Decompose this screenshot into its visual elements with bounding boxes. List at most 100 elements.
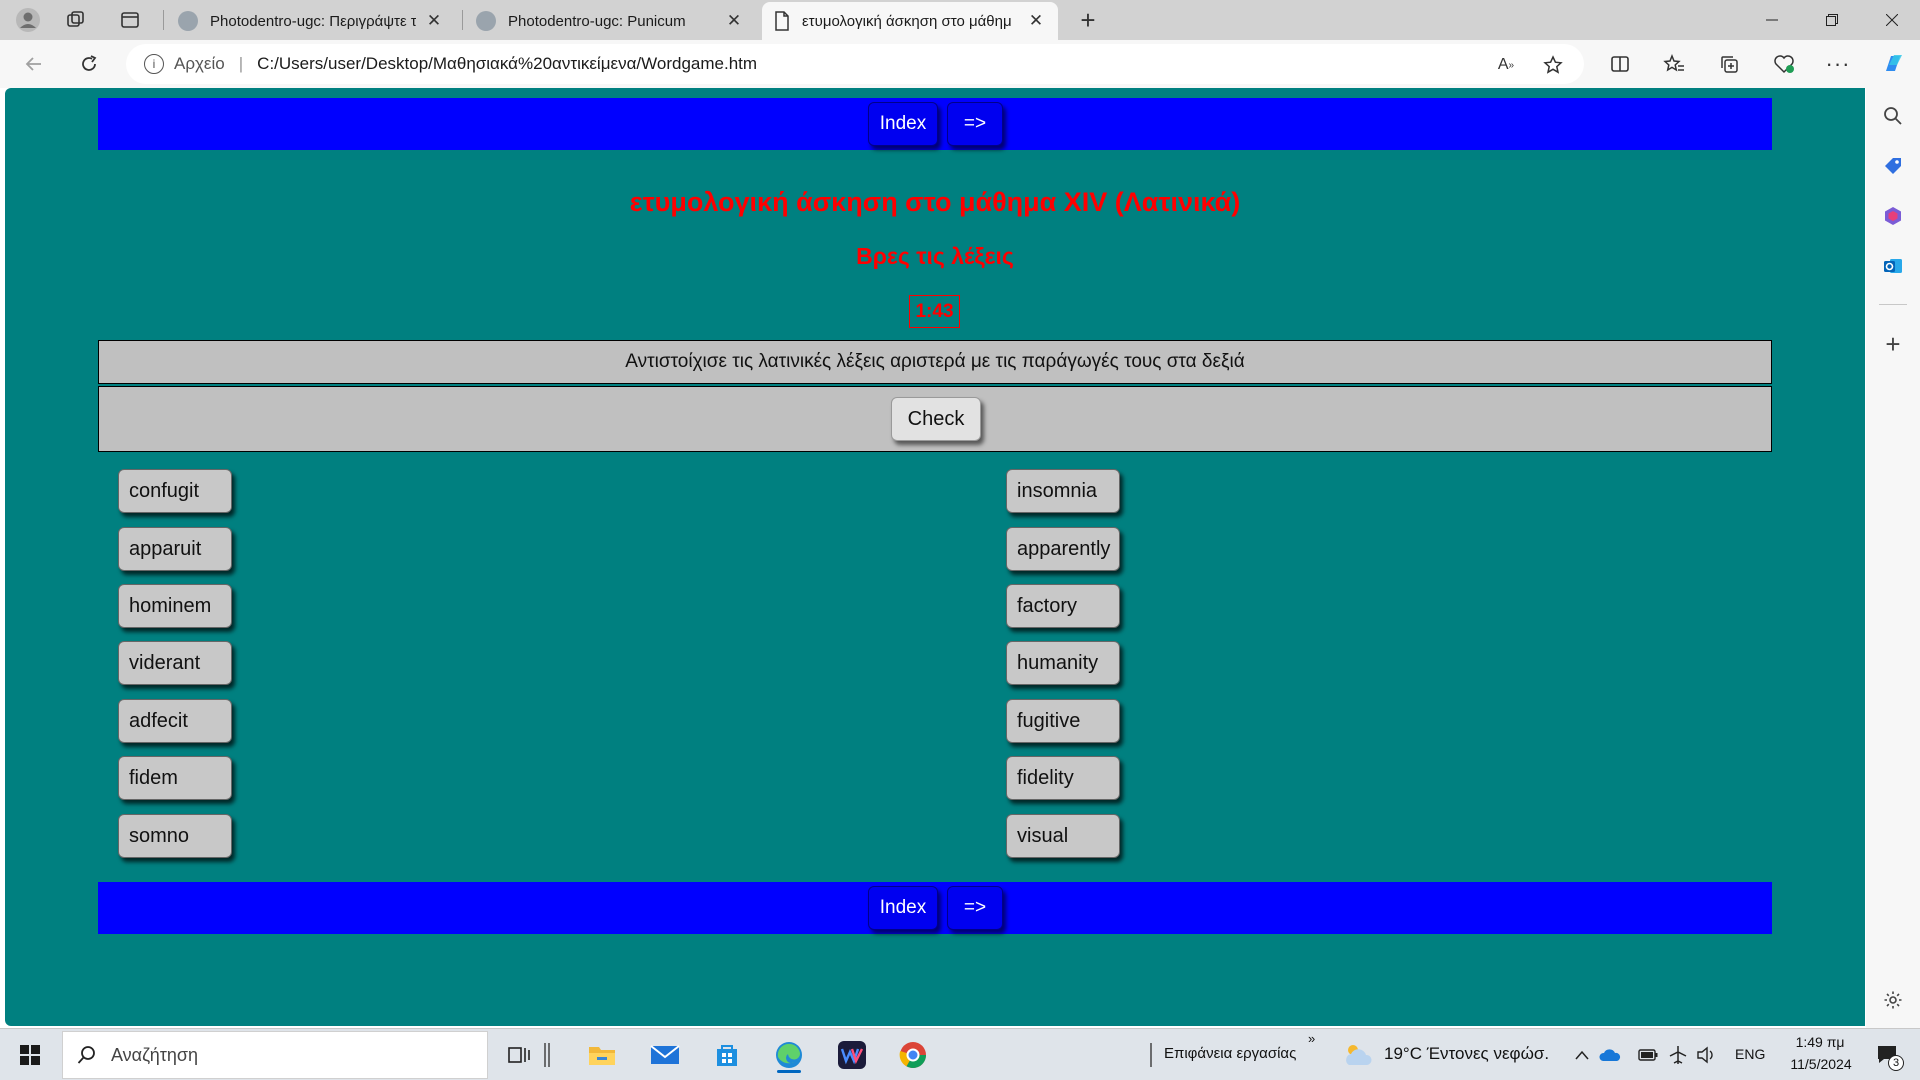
derivative-word-tile[interactable]: humanity: [1006, 641, 1120, 685]
windows-start-icon[interactable]: [12, 1037, 48, 1073]
sidebar-settings-icon[interactable]: [1877, 984, 1909, 1016]
derivative-word-tile[interactable]: visual: [1006, 814, 1120, 858]
office-icon[interactable]: [1877, 200, 1909, 232]
edge-browser-icon[interactable]: [771, 1037, 807, 1073]
derivative-word-tile[interactable]: apparently: [1006, 527, 1120, 571]
weather-cloud-icon[interactable]: [1340, 1037, 1376, 1073]
document-icon: [774, 11, 790, 31]
tab-title: ετυμολογική άσκηση στο μάθημ: [802, 12, 1012, 30]
tab-actions-icon[interactable]: [114, 4, 146, 36]
toolbar-grip-icon: [1146, 1037, 1156, 1073]
back-icon[interactable]: [17, 47, 51, 81]
battery-icon[interactable]: [1636, 1037, 1660, 1073]
latin-word-tile[interactable]: confugit: [118, 469, 232, 513]
add-sidebar-app-icon[interactable]: +: [1877, 328, 1909, 360]
address-divider: |: [238, 54, 244, 73]
url-text[interactable]: C:/Users/user/Desktop/Μαθησιακά%20αντικε…: [257, 54, 757, 74]
security-label: Αρχείο: [174, 54, 225, 73]
clock-date[interactable]: 11/5/2024: [1776, 1056, 1866, 1072]
split-screen-icon[interactable]: [1603, 47, 1637, 81]
close-tab-icon[interactable]: ✕: [724, 11, 744, 31]
globe-icon: [178, 11, 198, 31]
read-aloud-icon[interactable]: A»: [1489, 48, 1523, 82]
next-button[interactable]: =>: [947, 886, 1003, 930]
address-toolbar: i Αρχείο | C:/Users/user/Desktop/Μαθησια…: [0, 40, 1920, 88]
latin-word-tile[interactable]: adfecit: [118, 699, 232, 743]
top-nav-bar: Index =>: [98, 98, 1772, 150]
file-explorer-icon[interactable]: [584, 1037, 620, 1073]
page-title: ετυμολογική άσκηση στο μάθημα XIV (Λατιν…: [629, 187, 1241, 217]
chevron-up-icon[interactable]: [1570, 1037, 1594, 1073]
check-panel: Check: [98, 386, 1772, 452]
tab-separator: [462, 10, 463, 30]
latin-word-tile[interactable]: fidem: [118, 756, 232, 800]
close-tab-icon[interactable]: ✕: [1026, 11, 1046, 31]
onedrive-icon[interactable]: [1598, 1037, 1622, 1073]
task-view-icon[interactable]: [501, 1037, 537, 1073]
sidebar-divider: [1879, 304, 1907, 305]
close-window-icon[interactable]: [1864, 0, 1920, 40]
check-button[interactable]: Check: [891, 397, 981, 441]
tab-separator: [163, 10, 164, 30]
airplane-mode-icon[interactable]: [1666, 1037, 1690, 1073]
profile-icon[interactable]: [12, 4, 44, 36]
chrome-icon[interactable]: [895, 1037, 931, 1073]
favorites-icon[interactable]: [1657, 47, 1691, 81]
tab-wordgame[interactable]: ετυμολογική άσκηση στο μάθημ ✕: [762, 2, 1058, 40]
close-tab-icon[interactable]: ✕: [424, 11, 444, 31]
copilot-icon[interactable]: [1876, 47, 1910, 81]
notification-center-icon[interactable]: 3: [1870, 1037, 1906, 1073]
running-indicator: [777, 1070, 801, 1073]
chevron-right-icon[interactable]: »: [1308, 1031, 1315, 1046]
tab-title: Photodentro-ugc: Περιγράψτε τ: [210, 12, 416, 30]
web-page: Index => ετυμολογική άσκηση στο μάθημα X…: [5, 88, 1865, 1026]
index-button[interactable]: Index: [868, 102, 938, 146]
taskbar-divider: [540, 1037, 554, 1073]
tab-photodentro-describe[interactable]: Photodentro-ugc: Περιγράψτε τ ✕: [166, 2, 456, 40]
shopping-tag-icon[interactable]: [1877, 150, 1909, 182]
tab-title: Photodentro-ugc: Punicum: [508, 12, 686, 30]
address-bar[interactable]: i Αρχείο | C:/Users/user/Desktop/Μαθησια…: [126, 44, 1584, 84]
derivative-word-tile[interactable]: insomnia: [1006, 469, 1120, 513]
language-indicator[interactable]: ENG: [1735, 1046, 1765, 1062]
restore-icon[interactable]: [1804, 0, 1860, 40]
taskbar-search-input[interactable]: Αναζήτηση: [62, 1031, 488, 1079]
collections-icon[interactable]: [1712, 47, 1746, 81]
latin-word-tile[interactable]: apparuit: [118, 527, 232, 571]
browser-essentials-icon[interactable]: [1767, 47, 1801, 81]
countdown-timer: 1:43: [909, 295, 960, 328]
latin-word-tile[interactable]: hominem: [118, 584, 232, 628]
favorite-star-icon[interactable]: [1536, 48, 1570, 82]
search-icon: [77, 1045, 97, 1065]
instructions-panel: Αντιστοίχισε τις λατινικές λέξεις αριστε…: [98, 340, 1772, 384]
info-icon[interactable]: i: [144, 54, 164, 74]
refresh-icon[interactable]: [72, 47, 106, 81]
minimize-icon[interactable]: [1744, 0, 1800, 40]
outlook-icon[interactable]: [1877, 250, 1909, 282]
workspaces-icon[interactable]: [60, 4, 92, 36]
tab-photodentro-punicum[interactable]: Photodentro-ugc: Punicum ✕: [464, 2, 756, 40]
windows-taskbar: Αναζήτηση Επιφάνεια εργασίας » 19°C Έντο…: [0, 1028, 1920, 1080]
notification-count-badge: 3: [1888, 1055, 1904, 1071]
weather-text[interactable]: 19°C Έντονες νεφώσ.: [1384, 1044, 1549, 1064]
search-icon[interactable]: [1877, 100, 1909, 132]
page-subtitle: Βρες τις λέξεις: [856, 243, 1014, 269]
desktop-toolbar-label[interactable]: Επιφάνεια εργασίας: [1164, 1045, 1296, 1062]
derivative-word-tile[interactable]: fidelity: [1006, 756, 1120, 800]
derivative-word-tile[interactable]: factory: [1006, 584, 1120, 628]
derivative-word-tile[interactable]: fugitive: [1006, 699, 1120, 743]
index-button[interactable]: Index: [868, 886, 938, 930]
globe-icon: [476, 11, 496, 31]
more-options-icon[interactable]: ···: [1821, 47, 1855, 81]
clock-time[interactable]: 1:49 πμ: [1790, 1034, 1850, 1050]
new-tab-icon[interactable]: +: [1072, 4, 1104, 36]
next-button[interactable]: =>: [947, 102, 1003, 146]
volume-icon[interactable]: [1694, 1037, 1718, 1073]
latin-word-tile[interactable]: somno: [118, 814, 232, 858]
mail-icon[interactable]: [647, 1037, 683, 1073]
wordwall-app-icon[interactable]: [834, 1037, 870, 1073]
bottom-nav-bar: Index =>: [98, 882, 1772, 934]
tab-strip: Photodentro-ugc: Περιγράψτε τ ✕ Photoden…: [0, 0, 1920, 40]
latin-word-tile[interactable]: viderant: [118, 641, 232, 685]
store-icon[interactable]: [709, 1037, 745, 1073]
